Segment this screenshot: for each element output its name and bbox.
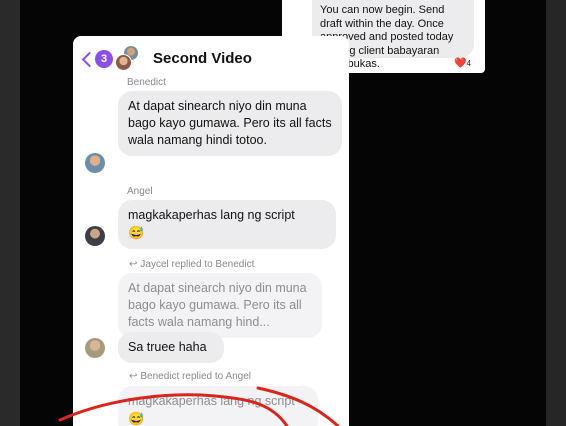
heart-icon: ❤️ — [454, 58, 467, 69]
right-dark-edge — [546, 0, 566, 426]
group-avatar[interactable] — [115, 45, 139, 71]
message-bubble[interactable]: magkakaperhas lang ng script 😅 — [118, 200, 336, 249]
chat-header: 3 Second Video — [73, 36, 349, 80]
unread-count-badge: 3 — [95, 50, 113, 68]
reaction-badge[interactable]: ❤️4 — [454, 58, 471, 69]
avatar[interactable] — [85, 153, 105, 173]
avatar[interactable] — [85, 226, 105, 246]
reply-arrow-icon: ↩ — [129, 259, 138, 270]
message-bubble[interactable]: At dapat sinearch niyo din muna bago kay… — [118, 91, 342, 156]
sender-name: Angel — [127, 186, 153, 197]
reply-indicator: ↩ Benedict replied to Angel — [129, 371, 252, 382]
quoted-message[interactable]: magkakaperhas lang ng script 😅 — [118, 386, 318, 426]
reply-arrow-icon: ↩ — [129, 371, 138, 382]
quoted-message[interactable]: At dapat sinearch niyo din muna bago kay… — [118, 273, 322, 338]
chat-title[interactable]: Second Video — [153, 50, 252, 67]
reply-indicator: ↩ Jaycel replied to Benedict — [129, 259, 255, 270]
message-bubble[interactable]: Sa truee haha — [118, 332, 224, 363]
sweat-smile-emoji: 😅 — [128, 225, 145, 240]
reaction-count: 4 — [466, 59, 471, 68]
avatar[interactable] — [85, 338, 105, 358]
left-dark-edge — [0, 0, 20, 426]
chat-screen: 3 Second Video Benedict At dapat sinearc… — [73, 36, 349, 426]
sender-name: Benedict — [127, 77, 166, 88]
sweat-smile-emoji: 😅 — [128, 411, 145, 426]
back-button[interactable]: 3 — [81, 50, 113, 68]
